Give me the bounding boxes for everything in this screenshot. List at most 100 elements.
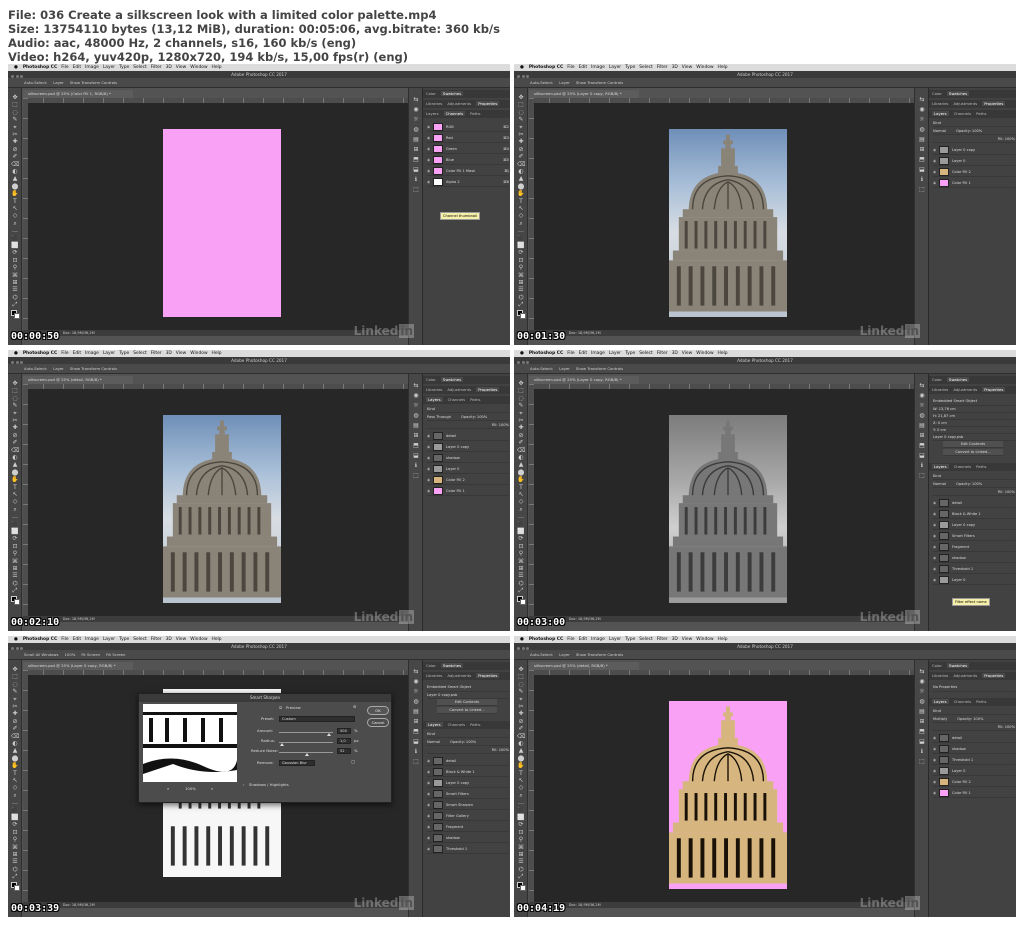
panel-tab[interactable]: Layers (426, 111, 439, 116)
opacity-field[interactable]: Opacity: 100% (461, 415, 487, 419)
menu-item[interactable]: Layer (103, 637, 115, 642)
menu-item[interactable]: Window (190, 65, 207, 70)
dock-panel-icon[interactable]: ☼ (918, 402, 926, 409)
menu-item[interactable]: Select (639, 351, 653, 356)
panel-tab[interactable]: Swatches (946, 663, 970, 668)
tool-icon[interactable]: … (517, 513, 525, 520)
panel-tab[interactable]: Channels (443, 111, 466, 116)
tool-icon[interactable]: ⬛ (11, 521, 19, 528)
dock-panel-icon[interactable]: ⬚ (412, 758, 420, 765)
blend-mode[interactable]: Normal (933, 482, 946, 486)
opacity-field[interactable]: Opacity: 100% (956, 482, 982, 486)
panel-tab[interactable]: Adjustments (447, 387, 471, 392)
property-value[interactable]: W: 13,76 cm (933, 406, 1015, 413)
tool-icon[interactable]: ⌘ (517, 844, 525, 851)
tool-icon[interactable]: ⬚ (517, 101, 525, 108)
panel-row[interactable]: ◉ Fragment (427, 822, 509, 832)
dock-panel-icon[interactable]: ⊞ (412, 146, 420, 153)
opacity-field[interactable]: Opacity: 100% (450, 740, 476, 744)
panel-row[interactable]: ◉ Layer 0 copy (427, 442, 509, 452)
option-control[interactable]: Show Transform Controls (70, 80, 117, 85)
dock-panel-icon[interactable]: ◉ (918, 392, 926, 399)
tool-icon[interactable]: ⬤ (517, 183, 525, 190)
opacity-field[interactable]: Opacity: 100% (957, 717, 983, 721)
panel-tab[interactable]: Adjustments (447, 673, 471, 678)
tool-icon[interactable]: ⊡ (11, 257, 19, 264)
option-control[interactable]: Show Transform Controls (576, 366, 623, 371)
tool-icon[interactable]: ☰ (517, 572, 525, 579)
option-control[interactable]: Auto-Select: (530, 652, 553, 657)
panel-tab[interactable]: Channels (954, 464, 972, 469)
menu-item[interactable]: Select (639, 637, 653, 642)
tool-icon[interactable]: ⤢ (517, 587, 525, 594)
tool-icon[interactable]: ↖ (517, 777, 525, 784)
option-control[interactable]: Show Transform Controls (576, 80, 623, 85)
tool-icon[interactable]: ⤢ (11, 301, 19, 308)
background-color-swatch[interactable] (14, 313, 20, 319)
menu-item[interactable]: View (682, 351, 692, 356)
dock-panel-icon[interactable]: ℹ (412, 748, 420, 755)
tool-icon[interactable]: ⌕ (517, 506, 525, 513)
menu-item[interactable]: Image (591, 65, 605, 70)
tool-icon[interactable]: ⌕ (517, 792, 525, 799)
tool-icon[interactable]: ✥ (517, 666, 525, 673)
tool-icon[interactable]: ⬚ (11, 673, 19, 680)
dock-panel-icon[interactable]: ℹ (918, 462, 926, 469)
panel-row[interactable]: ◉ shadow (427, 833, 509, 843)
tool-icon[interactable]: ◐ (11, 740, 19, 747)
panel-tab[interactable]: Layers (932, 464, 949, 469)
document-canvas[interactable] (669, 415, 787, 603)
menu-item[interactable]: File (61, 637, 68, 642)
tool-icon[interactable]: ▲ (517, 461, 525, 468)
fill-field[interactable]: Fill: 100% (427, 422, 509, 429)
fill-field[interactable]: Fill: 100% (933, 489, 1015, 496)
tool-icon[interactable]: ⬜ (517, 242, 525, 249)
tool-icon[interactable]: ⬛ (517, 521, 525, 528)
tool-icon[interactable]: ✎ (11, 116, 19, 123)
tool-icon[interactable]: ◇ (11, 784, 19, 791)
menu-item[interactable]: View (176, 65, 186, 70)
layer-filter[interactable]: Kind (933, 708, 1015, 715)
panel-row[interactable]: ◉ Threshold 1 (933, 755, 1015, 765)
tool-icon[interactable]: ⤢ (11, 873, 19, 880)
tool-icon[interactable]: ⤢ (11, 587, 19, 594)
menu-item[interactable]: Layer (609, 351, 621, 356)
tool-icon[interactable]: ✚ (11, 710, 19, 717)
tool-icon[interactable]: ✋ (11, 762, 19, 769)
dock-panel-icon[interactable]: ▤ (918, 422, 926, 429)
menu-item[interactable]: Select (133, 351, 147, 356)
tool-icon[interactable]: ✋ (517, 476, 525, 483)
tool-icon[interactable]: ✐ (517, 725, 525, 732)
cancel-button[interactable]: Cancel (367, 718, 389, 727)
dock-panel-icon[interactable]: ◍ (918, 698, 926, 705)
panel-tab[interactable]: Layers (932, 699, 949, 704)
menu-item[interactable]: 3D (672, 637, 678, 642)
menu-item[interactable]: Type (625, 65, 635, 70)
dock-panel-icon[interactable]: ⊞ (412, 718, 420, 725)
tool-icon[interactable]: ✐ (11, 153, 19, 160)
option-control[interactable]: Auto-Select: (530, 80, 553, 85)
amount-field[interactable]: 500 (337, 728, 351, 734)
tool-icon[interactable]: ⬜ (11, 528, 19, 535)
tool-icon[interactable]: ✎ (11, 402, 19, 409)
option-control[interactable]: Auto-Select: (24, 366, 47, 371)
option-control[interactable]: Show Transform Controls (576, 652, 623, 657)
tool-icon[interactable]: ⌫ (11, 733, 19, 740)
disclosure-triangle-icon[interactable]: › (243, 782, 245, 788)
tool-icon[interactable]: ⌖ (11, 696, 19, 703)
tool-icon[interactable]: T (517, 484, 525, 491)
tool-icon[interactable]: ✚ (517, 710, 525, 717)
tool-icon[interactable]: ◐ (517, 740, 525, 747)
tool-icon[interactable]: ▲ (517, 747, 525, 754)
panel-row[interactable]: ◉ Filter Gallery (427, 811, 509, 821)
dock-panel-icon[interactable]: ⬚ (918, 472, 926, 479)
tool-icon[interactable]: ⊡ (517, 543, 525, 550)
canvas-area[interactable] (28, 389, 408, 616)
menu-item[interactable]: Layer (103, 351, 115, 356)
panel-row[interactable]: ◉ shadow (933, 553, 1015, 563)
panel-tab[interactable]: Properties (476, 387, 500, 392)
panel-tab[interactable]: Channels (448, 722, 466, 727)
tool-icon[interactable]: ▲ (11, 175, 19, 182)
filter-preview[interactable] (143, 704, 237, 782)
dock-panel-icon[interactable]: ▤ (412, 708, 420, 715)
